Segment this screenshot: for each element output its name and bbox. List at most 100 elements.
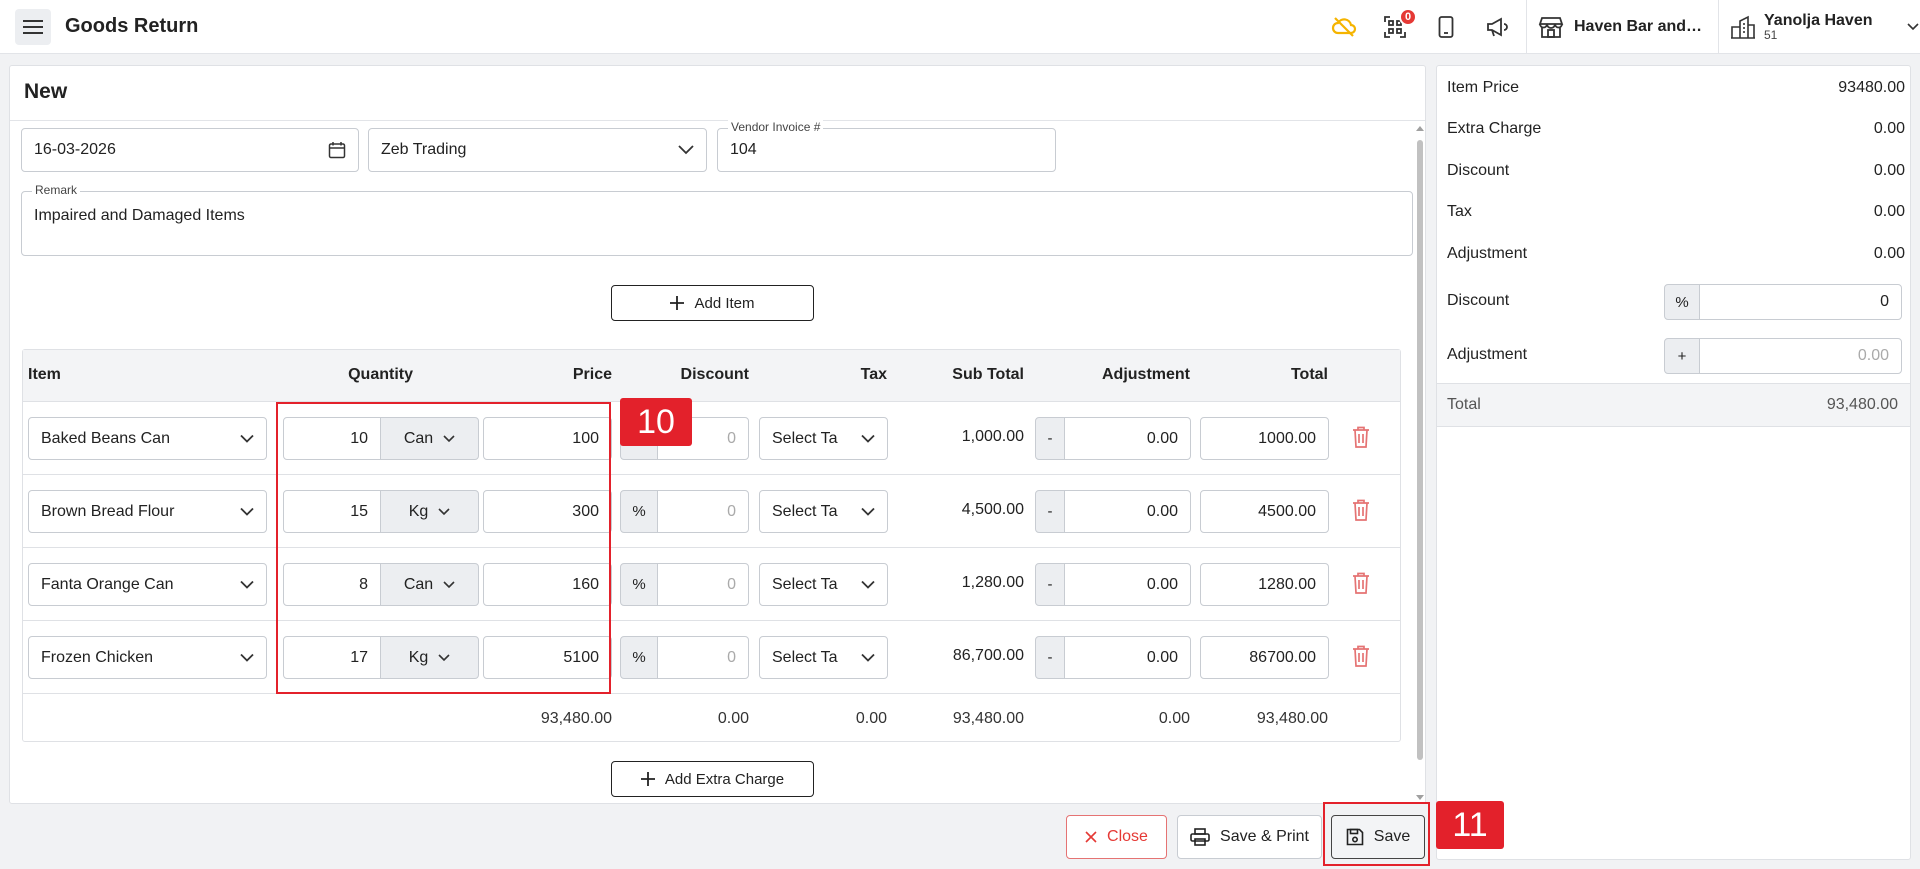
footer-price-total: 93,480.00 [540,710,612,727]
summary-total-row: Total 93,480.00 [1437,383,1910,427]
adjustment-input[interactable]: 0.00 [1064,417,1191,460]
add-extra-charge-label: Add Extra Charge [664,770,785,788]
add-extra-charge-button[interactable]: Add Extra Charge [611,761,814,797]
discount-label: Discount [1447,162,1510,179]
chevron-down-icon [240,507,254,516]
items-table: Item Quantity Price Discount Tax Sub Tot… [22,349,1401,742]
adjustment-label: Adjustment [1447,245,1528,262]
building-icon [1731,15,1755,39]
vendor-select[interactable]: Zeb Trading [368,128,707,172]
tax-value: Select Tax [772,575,838,593]
item-select[interactable]: Baked Beans Can [28,417,267,460]
item-select[interactable]: Frozen Chicken [28,636,267,679]
save-and-print-label: Save & Print [1220,828,1309,845]
store-icon [1538,17,1564,38]
tax-value: 0.00 [1873,203,1905,220]
column-header-tax: Tax [860,366,887,383]
column-header-discount: Discount [680,366,749,383]
offline-sync-icon[interactable] [1326,9,1362,45]
date-value: 16-03-2026 [34,141,116,158]
column-header-price: Price [572,366,612,383]
total-input[interactable]: 1280.00 [1200,563,1329,606]
summary-extra-charge: Extra Charge 0.00 [1447,120,1905,138]
summary-adjustment-type-toggle[interactable]: + [1664,338,1700,374]
chevron-down-icon [861,434,875,443]
date-field[interactable]: 16-03-2026 [21,128,359,172]
extra-charge-label: Extra Charge [1447,120,1542,137]
trash-icon[interactable] [1352,572,1370,594]
column-header-quantity: Quantity [348,366,413,383]
divider [10,120,1425,121]
add-item-button[interactable]: Add Item [611,285,814,321]
venue-selector[interactable]: Haven Bar and Restaurant [1538,0,1704,54]
adjustment-type-toggle[interactable]: - [1035,490,1065,533]
hamburger-menu-icon[interactable] [15,8,51,45]
adjustment-type-toggle[interactable]: - [1035,636,1065,679]
tax-select[interactable]: Select Tax [759,636,888,679]
calendar-icon[interactable] [328,141,346,159]
item-price-value: 93480.00 [1838,79,1905,96]
tax-select[interactable]: Select Tax [759,490,888,533]
discount-input[interactable]: 0 [657,563,749,606]
discount-input[interactable]: 0 [657,490,749,533]
vendor-value: Zeb Trading [381,141,467,158]
chevron-down-icon [861,653,875,662]
discount-type-toggle[interactable]: % [620,563,658,606]
close-button[interactable]: Close [1066,815,1167,859]
item-name: Baked Beans Can [41,429,170,447]
table-row: Fanta Orange Can 8 Can 160 % 0 Select Ta… [23,548,1400,621]
megaphone-icon[interactable] [1479,9,1515,45]
qr-code-icon[interactable]: 0 [1377,8,1417,45]
header-divider [1526,0,1527,54]
trash-icon[interactable] [1352,645,1370,667]
trash-icon[interactable] [1352,499,1370,521]
total-input[interactable]: 86700.00 [1200,636,1329,679]
save-and-print-button[interactable]: Save & Print [1177,815,1322,859]
scroll-thumb[interactable] [1417,140,1423,760]
adjustment-type-toggle[interactable]: - [1035,563,1065,606]
annotation-tag-11: 11 [1436,801,1504,849]
adjustment-input[interactable]: 0.00 [1064,490,1191,533]
tax-select[interactable]: Select Tax [759,563,888,606]
form-title: New [24,80,68,103]
scrollbar[interactable] [1414,122,1425,802]
summary-adjustment-input[interactable]: 0.00 [1699,338,1902,374]
total-input[interactable]: 4500.00 [1200,490,1329,533]
summary-discount-type-toggle[interactable]: % [1664,284,1700,320]
summary-discount-input[interactable]: 0 [1699,284,1902,320]
sub-total-value: 1,280.00 [961,574,1024,591]
company-id: 51 [1764,28,1778,43]
company-selector[interactable]: Yanolja Haven 51 [1730,0,1919,54]
adjustment-input[interactable]: 0.00 [1064,563,1191,606]
chevron-down-icon [1906,23,1919,31]
page-title: Goods Return [65,15,199,37]
adjustment-input[interactable]: 0.00 [1064,636,1191,679]
vendor-invoice-field[interactable]: Vendor Invoice # 104 [717,120,1056,172]
venue-name: Haven Bar and Restaurant [1574,18,1704,35]
footer-tax-total: 0.00 [855,710,887,727]
summary-adjustment: Adjustment 0.00 [1447,245,1905,263]
summary-tax: Tax 0.00 [1447,203,1905,221]
close-icon [1085,831,1097,843]
footer-discount-total: 0.00 [717,710,749,727]
item-select[interactable]: Fanta Orange Can [28,563,267,606]
adjustment-type-toggle[interactable]: - [1035,417,1065,460]
summary-panel: Item Price 93480.00 Extra Charge 0.00 Di… [1436,65,1911,860]
item-select[interactable]: Brown Bread Flour [28,490,267,533]
chevron-down-icon [240,653,254,662]
discount-type-toggle[interactable]: % [620,490,658,533]
plus-icon [640,772,655,786]
header-divider [1718,0,1719,54]
total-input[interactable]: 1000.00 [1200,417,1329,460]
mobile-device-icon[interactable] [1428,9,1464,45]
quantity-price-highlight [276,402,611,694]
remark-field[interactable]: Remark Impaired and Damaged Items [21,183,1413,256]
tax-select[interactable]: Select Tax [759,417,888,460]
add-item-label: Add Item [694,294,755,312]
discount-input[interactable]: 0 [657,636,749,679]
item-name: Frozen Chicken [41,648,154,666]
scroll-down-arrow-icon[interactable] [1416,795,1424,800]
trash-icon[interactable] [1352,426,1370,448]
scroll-up-arrow-icon[interactable] [1416,126,1424,131]
discount-type-toggle[interactable]: % [620,636,658,679]
